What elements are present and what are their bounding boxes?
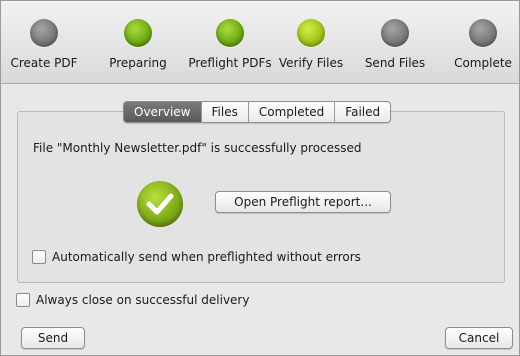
step-create-pdf: Create PDF: [0, 19, 89, 70]
step-status-icon: [469, 19, 497, 47]
tab-bar: Overview Files Completed Failed: [123, 101, 392, 123]
step-preparing: Preparing: [93, 19, 183, 70]
step-label: Preflight PDFs: [188, 56, 272, 70]
tab-failed[interactable]: Failed: [334, 102, 390, 122]
step-status-icon: [381, 19, 409, 47]
auto-send-option[interactable]: Automatically send when preflighted with…: [32, 250, 361, 264]
step-send-files: Send Files: [350, 19, 440, 70]
step-complete: Complete: [438, 19, 520, 70]
progress-steps: Create PDF Preparing Preflight PDFs Veri…: [1, 1, 519, 84]
auto-send-checkbox[interactable]: [32, 250, 46, 264]
cancel-button[interactable]: Cancel: [445, 327, 513, 349]
step-verify-files: Verify Files: [266, 19, 356, 70]
step-status-icon: [30, 19, 58, 47]
step-label: Verify Files: [278, 56, 344, 70]
checkmark-icon: [146, 193, 174, 215]
tab-completed[interactable]: Completed: [247, 102, 334, 122]
step-status-icon: [216, 19, 244, 47]
step-preflight-pdfs: Preflight PDFs: [185, 19, 275, 70]
step-label: Complete: [454, 56, 512, 70]
step-label: Create PDF: [10, 56, 78, 70]
status-message: File "Monthly Newsletter.pdf" is success…: [33, 141, 362, 155]
step-label: Preparing: [109, 56, 167, 70]
auto-send-label: Automatically send when preflighted with…: [52, 250, 361, 264]
tab-overview[interactable]: Overview: [124, 102, 201, 122]
step-status-icon: [297, 19, 325, 47]
send-button[interactable]: Send: [21, 327, 85, 349]
always-close-checkbox[interactable]: [16, 293, 30, 307]
always-close-label: Always close on successful delivery: [36, 293, 250, 307]
tab-files[interactable]: Files: [200, 102, 248, 122]
preflight-dialog: Create PDF Preparing Preflight PDFs Veri…: [0, 0, 520, 356]
open-preflight-report-button[interactable]: Open Preflight report...: [215, 191, 391, 213]
success-check-icon: [137, 181, 183, 227]
step-label: Send Files: [364, 56, 426, 70]
always-close-option[interactable]: Always close on successful delivery: [16, 293, 249, 307]
step-status-icon: [124, 19, 152, 47]
